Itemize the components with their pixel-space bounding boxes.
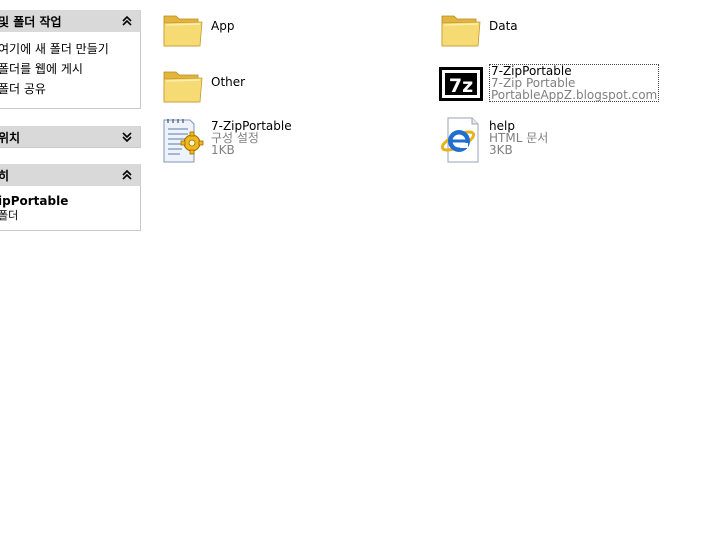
file-folder-tasks-panel: 및 폴더 작업 여기에 새 폴더 만들기 폴더를 웹에 게시 폴더 공유 — [0, 10, 141, 109]
collapse-chevron-icon[interactable] — [121, 14, 133, 28]
file-folder-tasks-header[interactable]: 및 폴더 작업 — [0, 10, 141, 32]
other-places-title: 위치 — [0, 131, 21, 145]
task-pane: 및 폴더 작업 여기에 새 폴더 만들기 폴더를 웹에 게시 폴더 공유 위치 — [0, 0, 141, 543]
file-label-selected: 7-ZipPortable 7-Zip Portable PortableApp… — [489, 64, 660, 102]
file-item-other-folder[interactable]: Other — [160, 62, 360, 106]
details-item-type: 폴더 — [0, 209, 19, 222]
internet-explorer-html-icon — [440, 117, 479, 163]
folder-icon — [163, 15, 203, 47]
file-label: 7-ZipPortable 구성 설정 1KB — [211, 120, 292, 156]
task-make-new-folder[interactable]: 여기에 새 폴더 만들기 — [0, 40, 109, 57]
file-item-data-folder[interactable]: Data — [438, 6, 638, 50]
file-size: 1KB — [211, 143, 235, 157]
file-company: PortableAppZ.blogspot.com — [491, 88, 658, 102]
collapse-chevron-icon[interactable] — [121, 168, 133, 182]
details-panel: 히 ipPortable 폴더 — [0, 164, 141, 231]
task-publish-folder-to-web[interactable]: 폴더를 웹에 게시 — [0, 60, 83, 77]
other-places-header[interactable]: 위치 — [0, 126, 141, 148]
file-item-7zipportable-exe[interactable]: 7z 7-ZipPortable 7-Zip Portable Portable… — [438, 63, 660, 105]
file-name: Other — [211, 75, 246, 89]
details-item-name: ipPortable — [0, 194, 69, 208]
folder-icon — [163, 71, 203, 103]
file-item-app-folder[interactable]: App — [160, 6, 360, 50]
file-name: App — [211, 19, 235, 33]
folder-icon — [441, 15, 481, 47]
file-label: help HTML 문서 3KB — [489, 120, 548, 156]
7zip-app-icon: 7z — [439, 67, 483, 101]
file-folder-tasks-body: 여기에 새 폴더 만들기 폴더를 웹에 게시 폴더 공유 — [0, 32, 141, 109]
file-name: Data — [489, 19, 518, 33]
details-body: ipPortable 폴더 — [0, 186, 141, 231]
expand-chevron-icon[interactable] — [121, 130, 133, 144]
task-share-folder[interactable]: 폴더 공유 — [0, 80, 46, 97]
details-header[interactable]: 히 — [0, 164, 141, 186]
config-settings-icon — [163, 119, 204, 163]
explorer-window: 및 폴더 작업 여기에 새 폴더 만들기 폴더를 웹에 게시 폴더 공유 위치 — [0, 0, 723, 543]
file-item-7zipportable-ini[interactable]: 7-ZipPortable 구성 설정 1KB — [160, 116, 360, 163]
details-title: 히 — [0, 167, 9, 184]
svg-text:7z: 7z — [449, 75, 473, 97]
file-folder-tasks-title: 및 폴더 작업 — [0, 15, 62, 29]
other-places-panel: 위치 — [0, 126, 141, 148]
file-item-help-html[interactable]: help HTML 문서 3KB — [438, 116, 638, 163]
file-size: 3KB — [489, 143, 513, 157]
